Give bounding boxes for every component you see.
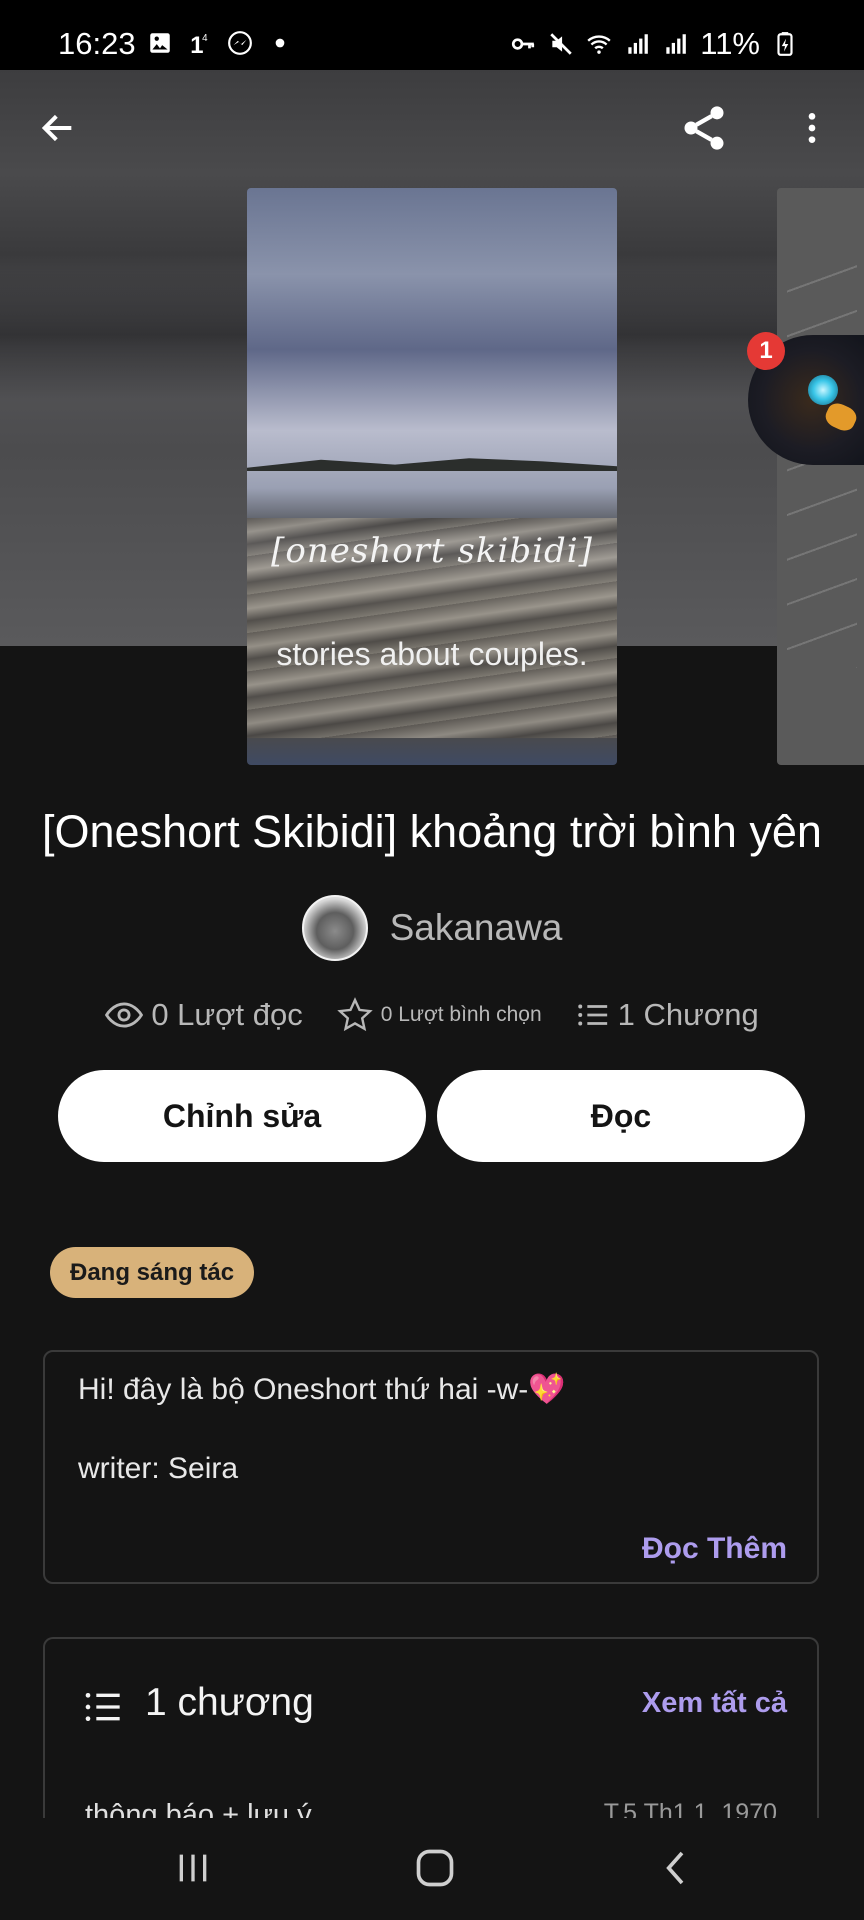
vpn-key-icon bbox=[512, 38, 535, 50]
share-icon bbox=[684, 106, 724, 150]
read-button[interactable]: Đọc bbox=[437, 1070, 805, 1162]
eye-icon bbox=[105, 1002, 144, 1028]
system-nav-bar bbox=[0, 1818, 864, 1920]
list-icon bbox=[85, 1693, 120, 1721]
svg-text:4: 4 bbox=[202, 33, 208, 44]
edit-button[interactable]: Chỉnh sửa bbox=[58, 1070, 426, 1162]
share-button[interactable] bbox=[672, 96, 736, 160]
messenger-icon bbox=[228, 31, 252, 55]
battery-percent: 11% bbox=[700, 26, 760, 61]
more-vertical-icon bbox=[808, 113, 816, 143]
gallery-icon bbox=[150, 33, 170, 53]
recents-icon bbox=[179, 1854, 207, 1882]
read-more-link[interactable]: Đọc Thêm bbox=[642, 1532, 787, 1566]
recents-button[interactable] bbox=[158, 1838, 228, 1898]
wifi-icon bbox=[587, 35, 611, 54]
arrow-left-icon bbox=[41, 114, 72, 142]
signal-icon bbox=[628, 34, 649, 54]
status-time: 16:23 bbox=[58, 26, 136, 61]
mute-icon bbox=[550, 33, 572, 55]
see-all-link[interactable]: Xem tất cả bbox=[642, 1687, 787, 1720]
notification-badge: 1 bbox=[747, 332, 785, 370]
description-card: Hi! đây là bộ Oneshort thứ hai -w-💖 writ… bbox=[43, 1350, 819, 1584]
home-button[interactable] bbox=[400, 1838, 470, 1898]
story-cover[interactable]: [oneshort skibidi] stories about couples… bbox=[247, 188, 617, 765]
votes-stat: 0 Lượt bình chọn bbox=[336, 997, 542, 1033]
back-icon bbox=[666, 1851, 684, 1885]
status-bar: 16:23 14 11% bbox=[0, 0, 864, 70]
home-icon bbox=[416, 1849, 454, 1887]
list-icon bbox=[577, 1004, 607, 1026]
back-nav-button[interactable] bbox=[642, 1838, 712, 1898]
star-icon bbox=[336, 997, 373, 1032]
author-avatar[interactable] bbox=[301, 895, 368, 961]
next-story-cover[interactable] bbox=[777, 188, 864, 765]
chapter-count: 1 chương bbox=[145, 1681, 314, 1724]
description-line: writer: Seira bbox=[78, 1452, 239, 1485]
story-stats: 0 Lượt đọc 0 Lượt bình chọn 1 Chương bbox=[0, 996, 864, 1034]
more-options-button[interactable] bbox=[780, 96, 844, 160]
description-line: Hi! đây là bộ Oneshort thứ hai -w-💖 bbox=[78, 1373, 566, 1406]
author-row[interactable]: Sakanawa bbox=[0, 895, 864, 961]
story-title: [Oneshort Skibidi] khoảng trời bình yên bbox=[42, 806, 822, 857]
back-button[interactable] bbox=[26, 96, 90, 160]
chapters-stat: 1 Chương bbox=[576, 997, 759, 1033]
cover-title-text: [oneshort skibidi] bbox=[271, 531, 593, 571]
notification-count-icon: 14 bbox=[190, 32, 208, 56]
battery-icon bbox=[777, 32, 793, 56]
author-name[interactable]: Sakanawa bbox=[390, 907, 563, 949]
cover-subtitle-text: stories about couples. bbox=[276, 636, 588, 672]
signal-icon bbox=[666, 34, 687, 54]
reads-stat: 0 Lượt đọc bbox=[105, 996, 303, 1034]
status-badge: Đang sáng tác bbox=[50, 1247, 255, 1298]
dot-icon bbox=[275, 38, 285, 48]
